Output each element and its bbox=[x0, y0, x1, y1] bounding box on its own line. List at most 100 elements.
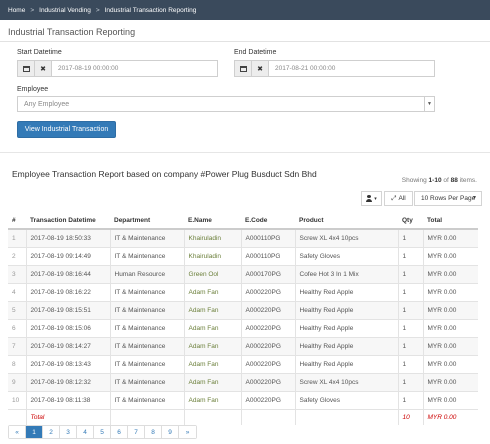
table-cell-col-department: IT & Maintenance bbox=[109, 246, 184, 265]
table-row: 8 2017-08-19 08:13:43 IT & Maintenance Adam… bbox=[8, 354, 478, 373]
pagination-prev-button[interactable]: « bbox=[9, 426, 26, 438]
table-cell-col-datetime: 2017-08-19 18:50:33 bbox=[25, 228, 110, 247]
showing-total: 88 bbox=[450, 177, 458, 184]
pagination-next-button[interactable]: » bbox=[179, 426, 196, 438]
table-cell-col-datetime: 2017-08-19 08:11:38 bbox=[25, 390, 110, 409]
end-calendar-button[interactable] bbox=[235, 61, 252, 76]
pagination-page-9[interactable]: 9 bbox=[162, 426, 179, 438]
table-cell-col-total: MYR 0.00 bbox=[422, 228, 478, 247]
table-cell-col-index: 2 bbox=[8, 246, 26, 265]
rows-per-page-select[interactable]: 10 Rows Per Page ▼ bbox=[414, 191, 482, 206]
table-cell-col-datetime: 2017-08-19 08:12:32 bbox=[25, 372, 110, 391]
table-cell-col-ename: Khairuladin bbox=[183, 246, 241, 265]
total-empty-cell bbox=[294, 408, 398, 425]
table-cell-col-index: 8 bbox=[8, 354, 26, 373]
start-datetime-label: Start Datetime bbox=[17, 49, 62, 56]
caret-down-icon: ▾ bbox=[374, 195, 377, 202]
table-cell-col-total: MYR 0.00 bbox=[422, 372, 478, 391]
table-cell-col-ecode: A000110PG bbox=[240, 246, 295, 265]
table-cell-col-qty: 1 bbox=[397, 336, 423, 355]
table-cell-col-product: Safety Gloves bbox=[294, 246, 398, 265]
table-cell-col-index: 4 bbox=[8, 282, 26, 301]
table-cell-col-ecode: A000170PG bbox=[240, 264, 295, 283]
breadcrumb-home-link[interactable]: Home bbox=[8, 7, 25, 14]
end-datetime-group: ✖ bbox=[234, 60, 435, 77]
calendar-icon bbox=[239, 65, 247, 72]
employee-label: Employee bbox=[17, 86, 49, 93]
pagination-page-4[interactable]: 4 bbox=[77, 426, 94, 438]
table-cell-col-department: IT & Maintenance bbox=[109, 390, 184, 409]
table-cell-col-ename: Khairuladin bbox=[183, 228, 241, 247]
table-cell-col-total: MYR 0.00 bbox=[422, 318, 478, 337]
pagination-page-6[interactable]: 6 bbox=[111, 426, 128, 438]
end-datetime-input[interactable] bbox=[269, 61, 434, 76]
table-total-row: Total 10 MYR 0.00 bbox=[8, 408, 478, 425]
table-cell-col-datetime: 2017-08-19 08:16:22 bbox=[25, 282, 110, 301]
table-header-col-datetime: Transaction Datetime bbox=[26, 212, 110, 230]
table-header-col-department: Department bbox=[110, 212, 184, 230]
start-calendar-button[interactable] bbox=[18, 61, 35, 76]
showing-suffix: items. bbox=[459, 177, 477, 184]
show-all-button[interactable]: ⤢ All bbox=[384, 191, 413, 206]
breadcrumb-industrial-vending-link[interactable]: Industrial Vending bbox=[39, 7, 91, 14]
table-cell-col-datetime: 2017-08-19 08:15:51 bbox=[25, 300, 110, 319]
table-cell-col-ecode: A000220PG bbox=[240, 390, 295, 409]
showing-range: 1-10 bbox=[428, 177, 442, 184]
table-row: 2 2017-08-19 09:14:49 IT & Maintenance Khai… bbox=[8, 246, 478, 265]
table-cell-col-department: IT & Maintenance bbox=[109, 336, 184, 355]
table-cell-col-product: Screw XL 4x4 10pcs bbox=[294, 372, 398, 391]
table-row: 7 2017-08-19 08:14:27 IT & Maintenance Adam… bbox=[8, 336, 478, 355]
table-cell-col-product: Healthy Red Apple bbox=[294, 336, 398, 355]
breadcrumb: Home > Industrial Vending > Industrial T… bbox=[0, 0, 490, 20]
close-icon: ✖ bbox=[257, 65, 263, 73]
table-header-col-ecode: E.Code bbox=[241, 212, 295, 230]
pagination-page-8[interactable]: 8 bbox=[145, 426, 162, 438]
table-cell-col-index: 5 bbox=[8, 300, 26, 319]
table-cell-col-datetime: 2017-08-19 08:14:27 bbox=[25, 336, 110, 355]
table-header-col-total: Total bbox=[423, 212, 478, 230]
table-cell-col-department: IT & Maintenance bbox=[109, 228, 184, 247]
calendar-icon bbox=[22, 65, 30, 72]
employee-select[interactable]: Any Employee ▼ bbox=[17, 96, 435, 112]
table-row: 5 2017-08-19 08:15:51 IT & Maintenance Adam… bbox=[8, 300, 478, 319]
table-cell-col-department: IT & Maintenance bbox=[109, 354, 184, 373]
user-icon bbox=[366, 195, 373, 202]
close-icon: ✖ bbox=[40, 65, 46, 73]
end-datetime-label: End Datetime bbox=[234, 49, 277, 56]
table-cell-col-department: Human Resource bbox=[109, 264, 184, 283]
total-label: Total bbox=[25, 408, 110, 425]
end-clear-button[interactable]: ✖ bbox=[252, 61, 269, 76]
pagination-page-3[interactable]: 3 bbox=[60, 426, 77, 438]
table-cell-col-total: MYR 0.00 bbox=[422, 282, 478, 301]
table-cell-col-index: 6 bbox=[8, 318, 26, 337]
table-row: 10 2017-08-19 08:11:38 IT & Maintenance Ada… bbox=[8, 390, 478, 409]
pagination-page-7[interactable]: 7 bbox=[128, 426, 145, 438]
table-cell-col-qty: 1 bbox=[397, 390, 423, 409]
start-datetime-input[interactable] bbox=[52, 61, 217, 76]
table-cell-col-qty: 1 bbox=[397, 300, 423, 319]
showing-prefix: Showing bbox=[401, 177, 427, 184]
table-cell-col-ename: Adam Fan bbox=[183, 300, 241, 319]
total-empty-cell bbox=[8, 408, 26, 425]
table-cell-col-index: 10 bbox=[8, 390, 26, 409]
table-cell-col-ename: Green Ool bbox=[183, 264, 241, 283]
table-cell-col-total: MYR 0.00 bbox=[422, 264, 478, 283]
pagination-page-5[interactable]: 5 bbox=[94, 426, 111, 438]
table-cell-col-department: IT & Maintenance bbox=[109, 300, 184, 319]
table-cell-col-total: MYR 0.00 bbox=[422, 354, 478, 373]
table-cell-col-datetime: 2017-08-19 08:13:43 bbox=[25, 354, 110, 373]
view-transaction-button[interactable]: View Industrial Transaction bbox=[17, 121, 116, 138]
column-toggle-button[interactable]: ▾ bbox=[361, 191, 382, 206]
pagination-page-1[interactable]: 1 bbox=[26, 426, 43, 438]
table-cell-col-product: Healthy Red Apple bbox=[294, 318, 398, 337]
table-cell-col-datetime: 2017-08-19 09:14:49 bbox=[25, 246, 110, 265]
pagination-page-2[interactable]: 2 bbox=[43, 426, 60, 438]
start-clear-button[interactable]: ✖ bbox=[35, 61, 52, 76]
table-cell-col-datetime: 2017-08-19 08:16:44 bbox=[25, 264, 110, 283]
table-cell-col-ecode: A000220PG bbox=[240, 354, 295, 373]
total-empty-cell bbox=[183, 408, 241, 425]
table-row: 4 2017-08-19 08:16:22 IT & Maintenance Adam… bbox=[8, 282, 478, 301]
table-cell-col-ecode: A000220PG bbox=[240, 372, 295, 391]
total-amount: MYR 0.00 bbox=[422, 408, 478, 425]
transaction-table: # Transaction Datetime Department E.Name E.C… bbox=[8, 212, 478, 425]
